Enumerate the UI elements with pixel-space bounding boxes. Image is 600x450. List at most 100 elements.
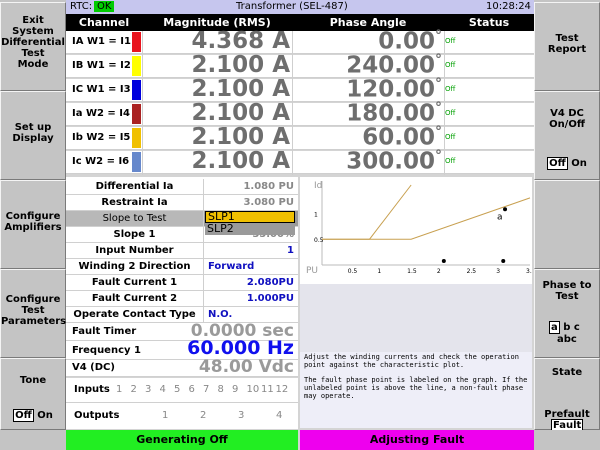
channel-color-swatch xyxy=(132,56,141,76)
tone-toggle: Off On xyxy=(1,409,65,422)
phase-option-c: c xyxy=(573,322,580,333)
phase-to-test-button[interactable]: Phase to Test a b c abc xyxy=(534,269,600,358)
inputs-label: Inputs xyxy=(74,384,110,395)
x-tick-label: 3 xyxy=(496,268,500,275)
param-label: Restraint Ia xyxy=(66,195,203,211)
characteristic-chart: Id PU 1 0.5 0.5 1 1.5 2 2.5 3 3.5 a xyxy=(300,177,532,284)
magnitude-value[interactable]: 2.100 A xyxy=(144,52,290,78)
v4-dc-toggle-button[interactable]: V4 DC On/Off Off On xyxy=(534,91,600,180)
phase-options: a b c xyxy=(549,321,580,334)
status-value: Off xyxy=(445,157,456,165)
param-value: 2.080PU xyxy=(204,275,298,291)
phase-value[interactable]: 60.00° xyxy=(294,124,442,151)
output-indicator: 4 xyxy=(276,410,283,421)
channel-label: Ib W2 = I5 xyxy=(72,132,131,143)
x-tick-label: 3.5 xyxy=(526,268,532,275)
param-label: Differential Ia xyxy=(66,179,203,195)
table-row[interactable]: IB W1 = I2 2.100 A 240.00° Off xyxy=(66,52,534,79)
unlabeled-point xyxy=(441,259,446,263)
x-tick-label: 0.5 xyxy=(348,268,358,275)
right-bottom-filler xyxy=(534,430,600,450)
toggle-off: Off xyxy=(547,157,568,170)
param-label: Fault Current 1 xyxy=(66,275,203,291)
table-row[interactable]: Ic W2 = I6 2.100 A 300.00° Off xyxy=(66,148,534,175)
table-row[interactable]: Ib W2 = I5 2.100 A 60.00° Off xyxy=(66,124,534,151)
x-tick-label: 1 xyxy=(377,268,381,275)
readout-value: 60.000 Hz xyxy=(187,337,294,359)
input-indicator: 9 xyxy=(232,384,239,395)
blank-soft-button[interactable] xyxy=(534,180,600,269)
channel-label: IC W1 = I3 xyxy=(72,84,131,95)
exit-system-differential-button[interactable]: Exit System Differential Test Mode xyxy=(0,2,66,91)
readout-label: V4 (DC) xyxy=(72,362,115,373)
toggle-off: Off xyxy=(13,409,34,422)
button-label: Phase to Test xyxy=(542,280,592,302)
toggle-on: On xyxy=(571,158,587,169)
configure-amplifiers-button[interactable]: Configure Amplifiers xyxy=(0,180,66,269)
input-indicator: 12 xyxy=(275,384,289,395)
operating-point-label: a xyxy=(497,212,503,222)
header-status: Status xyxy=(444,14,534,31)
table-row[interactable]: IC W1 = I3 2.100 A 120.00° Off xyxy=(66,76,534,103)
input-indicator: 6 xyxy=(188,384,195,395)
status-value: Off xyxy=(445,133,456,141)
configure-test-parameters-button[interactable]: Configure Test Parameters xyxy=(0,269,66,358)
info-paragraph-1: Adjust the winding currents and check th… xyxy=(304,353,519,369)
slope-option-2[interactable]: SLP2 xyxy=(207,223,234,235)
status-value: Off xyxy=(445,37,456,45)
phase-value[interactable]: 180.00° xyxy=(294,100,442,127)
tone-button[interactable]: Tone Off On xyxy=(0,358,66,430)
button-label: Tone xyxy=(19,375,47,386)
input-indicator: 1 xyxy=(116,384,123,395)
output-indicator: 2 xyxy=(200,410,207,421)
magnitude-value[interactable]: 4.368 A xyxy=(144,28,290,54)
phase-value[interactable]: 300.00° xyxy=(294,148,442,175)
magnitude-value[interactable]: 2.100 A xyxy=(144,76,290,102)
magnitude-value[interactable]: 2.100 A xyxy=(144,148,290,174)
phase-option-abc: abc xyxy=(557,334,577,345)
param-fault-current-2[interactable]: Fault Current 2 1.000PU xyxy=(66,291,298,307)
input-indicator: 3 xyxy=(145,384,152,395)
outputs-label: Outputs xyxy=(74,410,120,421)
param-label: Slope to Test xyxy=(66,211,203,227)
readout-label: Frequency 1 xyxy=(72,345,141,356)
param-winding2-direction[interactable]: Winding 2 Direction Forward xyxy=(66,259,298,275)
info-paragraph-2: The fault phase point is labeled on the … xyxy=(304,376,528,400)
magnitude-value[interactable]: 2.100 A xyxy=(144,100,290,126)
phase-value[interactable]: 120.00° xyxy=(294,76,442,103)
toggle-on: On xyxy=(37,410,53,421)
slope-dropdown[interactable]: SLP1 SLP2 xyxy=(205,211,295,235)
output-indicator: 1 xyxy=(162,410,169,421)
rtc-label: RTC: xyxy=(70,1,93,12)
param-fault-current-1[interactable]: Fault Current 1 2.080PU xyxy=(66,275,298,291)
column-divider xyxy=(142,31,143,175)
phase-value[interactable]: 240.00° xyxy=(294,52,442,79)
channel-label: IA W1 = I1 xyxy=(72,36,131,47)
status-value: Off xyxy=(445,85,456,93)
param-input-number[interactable]: Input Number 1 xyxy=(66,243,298,259)
input-indicator: 11 xyxy=(261,384,274,395)
readout-value: 48.00 Vdc xyxy=(198,357,294,377)
param-label: Operate Contact Type xyxy=(66,307,203,323)
param-value: 1.000PU xyxy=(204,291,298,307)
outputs-row: Outputs 1 2 3 4 xyxy=(66,403,298,429)
rtc-status-badge: OK xyxy=(94,1,115,12)
top-status-bar: RTC: OK Transformer (SEL-487) 10:28:24 xyxy=(66,0,534,14)
param-label: Input Number xyxy=(66,243,203,259)
magnitude-value[interactable]: 2.100 A xyxy=(144,124,290,150)
table-row[interactable]: IA W1 = I1 4.368 A 0.00° Off xyxy=(66,28,534,55)
input-indicator: 5 xyxy=(174,384,181,395)
table-row[interactable]: Ia W2 = I4 2.100 A 180.00° Off xyxy=(66,100,534,127)
test-report-button[interactable]: Test Report xyxy=(534,2,600,91)
y-axis-label: Id xyxy=(314,181,322,191)
v4-row: V4 (DC) 48.00 Vdc xyxy=(66,357,298,377)
param-value: 3.080 PU xyxy=(204,195,298,211)
input-indicator: 10 xyxy=(246,384,260,395)
clock: 10:28:24 xyxy=(486,1,531,12)
channel-color-swatch xyxy=(132,104,141,124)
state-button[interactable]: State Prefault Fault xyxy=(534,358,600,432)
info-text: Adjust the winding currents and check th… xyxy=(304,353,530,407)
button-label: State xyxy=(551,367,583,378)
phase-value[interactable]: 0.00° xyxy=(294,28,442,55)
set-up-display-button[interactable]: Set up Display xyxy=(0,91,66,180)
